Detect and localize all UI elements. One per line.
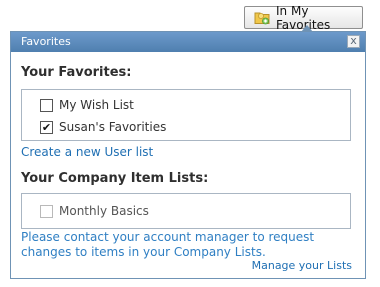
user-lists-box: My Wish List ✔ Susan's Favorities	[21, 89, 351, 141]
favorites-popup: Favorites x Your Favorites: My Wish List…	[10, 25, 366, 279]
list-item-label: My Wish List	[59, 98, 134, 112]
company-lists-box: Monthly Basics	[21, 193, 351, 229]
in-my-favorites-label: In My Favorites	[276, 3, 330, 32]
list-item-susans-favorities[interactable]: ✔ Susan's Favorities	[22, 116, 350, 138]
manage-lists-link[interactable]: Manage your Lists	[252, 259, 352, 272]
popup-header: Favorites x	[11, 32, 365, 52]
list-item-label: Susan's Favorities	[59, 120, 167, 134]
close-icon: x	[350, 34, 357, 47]
popup-title: Favorites	[21, 35, 71, 48]
favorites-folder-icon	[254, 10, 271, 26]
list-item-label: Monthly Basics	[59, 204, 149, 218]
create-user-list-link[interactable]: Create a new User list	[21, 145, 153, 159]
company-lists-notice: Please contact your account manager to r…	[21, 230, 315, 259]
list-item-my-wish-list[interactable]: My Wish List	[22, 94, 350, 116]
close-button[interactable]: x	[347, 35, 360, 48]
company-lists-heading: Your Company Item Lists:	[21, 171, 209, 186]
susans-favorities-checkbox[interactable]: ✔	[40, 120, 53, 134]
list-item-monthly-basics: Monthly Basics	[22, 200, 350, 222]
monthly-basics-checkbox	[40, 204, 53, 218]
your-favorites-heading: Your Favorites:	[21, 65, 132, 80]
my-wish-list-checkbox[interactable]	[40, 98, 53, 112]
